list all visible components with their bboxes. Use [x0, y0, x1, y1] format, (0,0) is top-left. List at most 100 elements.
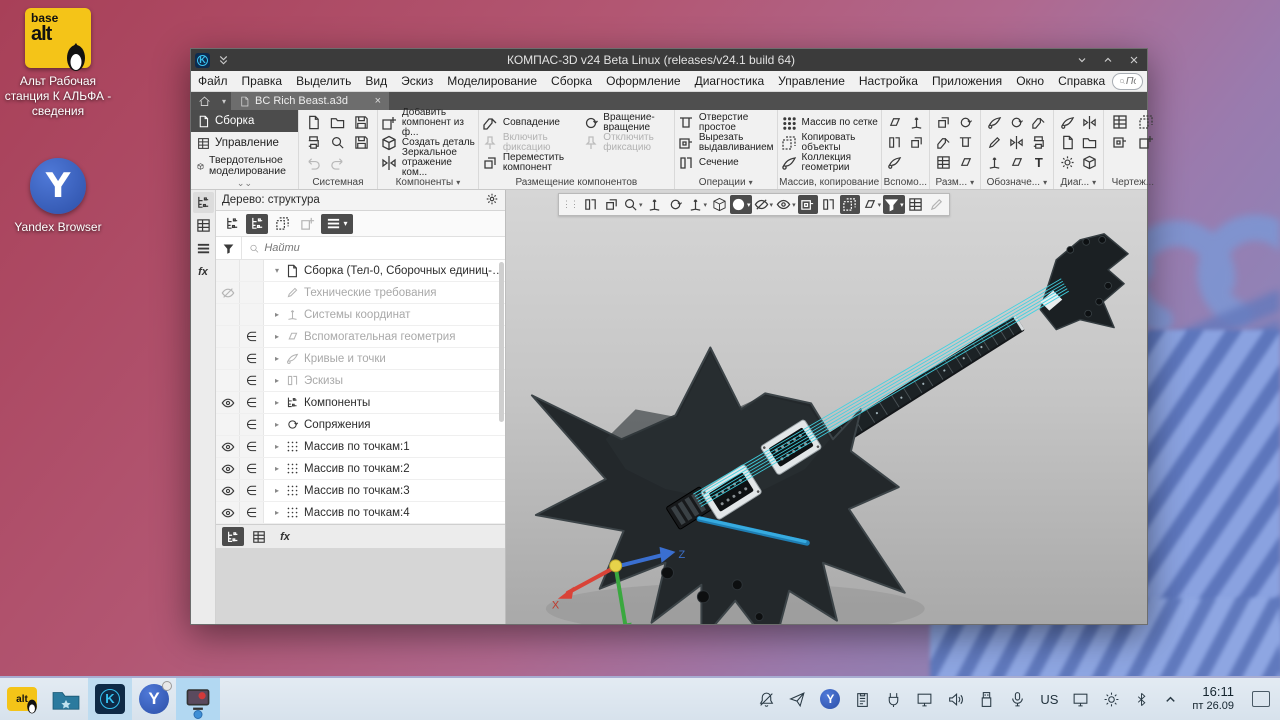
diag-curvature-button[interactable] — [1059, 114, 1076, 131]
menu-management[interactable]: Управление — [771, 72, 852, 90]
tree-item-point-array-2[interactable]: ∈ ▸ Массив по точкам:2 — [216, 458, 505, 480]
mirror-component-button[interactable]: Зеркальное отражение ком... — [381, 148, 475, 178]
section-button[interactable]: Сечение — [678, 153, 774, 173]
menu-sketch[interactable]: Эскиз — [394, 72, 440, 90]
show-desktop-button[interactable] — [1252, 691, 1270, 707]
geometry-collection-button[interactable]: Коллекция геометрии — [781, 153, 878, 173]
display-network-icon[interactable] — [916, 691, 933, 708]
notation-base-button[interactable] — [1008, 114, 1025, 131]
notation-text-button[interactable]: T — [1030, 154, 1047, 171]
filter-funnel-icon[interactable] — [216, 237, 242, 259]
tree-item-sketches[interactable]: ∈ ▸ Эскизы — [216, 370, 505, 392]
group-label-diagnostics[interactable]: Диаг... ▾ — [1054, 175, 1103, 189]
aux-axis-button[interactable] — [908, 114, 925, 131]
tab-bc-rich-beast[interactable]: BC Rich Beast.a3d × — [231, 92, 389, 110]
menu-assembly[interactable]: Сборка — [544, 72, 599, 90]
volume-icon[interactable] — [947, 691, 964, 708]
diag-mass-button[interactable] — [1081, 154, 1098, 171]
disable-fixation-button[interactable]: Отключить фиксацию — [582, 133, 671, 153]
minimize-button[interactable] — [1069, 49, 1095, 71]
group-label-notations[interactable]: Обозначе... ▾ — [981, 175, 1053, 189]
menu-edit[interactable]: Правка — [235, 72, 290, 90]
measure-button[interactable] — [906, 195, 926, 214]
tray-expand-icon[interactable] — [1163, 692, 1178, 707]
panel-parameters-button[interactable] — [193, 215, 214, 236]
titlebar[interactable]: K КОМПАС-3D v24 Beta Linux (releases/v24… — [191, 49, 1147, 71]
taskbar-file-manager[interactable] — [44, 678, 88, 720]
menu-help[interactable]: Справка — [1051, 72, 1112, 90]
close-button[interactable] — [1121, 49, 1147, 71]
preview-button[interactable] — [329, 134, 346, 151]
display-mode-shaded-button[interactable]: ▾ — [730, 195, 752, 214]
taskbar-alt-menu[interactable]: alt — [0, 678, 44, 720]
menu-settings[interactable]: Настройка — [852, 72, 925, 90]
orientation-up-button[interactable] — [645, 195, 665, 214]
copy-objects-button[interactable]: Копировать объекты — [781, 133, 878, 153]
notation-tolerance-button[interactable] — [1030, 114, 1047, 131]
save-as-button[interactable] — [353, 134, 370, 151]
print-button[interactable] — [305, 134, 322, 151]
tree-item-point-array-4[interactable]: ∈ ▸ Массив по точкам:4 — [216, 502, 505, 524]
aux-spline-button[interactable] — [886, 154, 903, 171]
notation-position-button[interactable] — [986, 154, 1003, 171]
bluetooth-icon[interactable] — [1134, 691, 1149, 708]
drawing-views-button[interactable] — [1111, 114, 1128, 131]
diag-rays-button[interactable] — [1059, 154, 1076, 171]
panel-layers-button[interactable] — [193, 238, 214, 259]
add-component-button[interactable]: Добавить компонент из ф... — [381, 108, 475, 138]
dim-diameter-button[interactable] — [957, 134, 974, 151]
tree-item-tech-requirements[interactable]: Технические требования — [216, 282, 505, 304]
isometry-cube-button[interactable] — [709, 195, 729, 214]
aux-surface-button[interactable] — [886, 134, 903, 151]
tree-composition-button[interactable] — [271, 214, 293, 234]
taskbar-screenshot-tool[interactable] — [176, 678, 220, 720]
footer-parameters-tab[interactable] — [248, 527, 270, 546]
mode-solid-modeling[interactable]: Твердотельное моделирование — [191, 154, 298, 178]
eye-off-icon[interactable] — [216, 282, 240, 303]
menu-modeling[interactable]: Моделирование — [440, 72, 544, 90]
screen-cast-icon[interactable] — [1072, 691, 1089, 708]
dim-leader-button[interactable] — [935, 154, 952, 171]
panel-tree-button[interactable] — [192, 192, 214, 213]
eye-icon[interactable] — [216, 392, 240, 413]
microphone-icon[interactable] — [1009, 691, 1026, 708]
notation-roughness-button[interactable] — [986, 114, 1003, 131]
diag-check-button[interactable] — [1081, 134, 1098, 151]
placement-plane-button[interactable] — [601, 195, 621, 214]
clipboard-icon[interactable] — [854, 691, 871, 708]
zoom-button[interactable]: ▾ — [622, 195, 644, 214]
menu-layout[interactable]: Оформление — [599, 72, 687, 90]
telegram-icon[interactable] — [789, 691, 806, 708]
tab-list-caret[interactable]: ▾ — [217, 92, 231, 110]
rotate-view-button[interactable] — [666, 195, 686, 214]
display-variants-button[interactable] — [839, 195, 860, 214]
taskbar-kompas3d[interactable]: K — [88, 678, 132, 720]
show-objects-button[interactable]: ▾ — [775, 195, 797, 214]
home-tab-button[interactable] — [191, 92, 217, 110]
mode-management[interactable]: Управление — [191, 132, 298, 154]
menu-window[interactable]: Окно — [1009, 72, 1051, 90]
filter-objects-button[interactable]: ▾ — [883, 195, 905, 214]
clock[interactable]: 16:11 пт 26.09 — [1192, 685, 1234, 713]
sketch-plane-button[interactable] — [580, 195, 600, 214]
power-plug-icon[interactable] — [885, 691, 902, 708]
desktop-icon-alt-info[interactable]: base alt Альт Рабочая станция К АЛЬФА - … — [0, 8, 118, 119]
dim-linear-button[interactable] — [935, 114, 952, 131]
undo-button[interactable] — [305, 154, 322, 171]
tab-close-icon[interactable]: × — [375, 95, 381, 107]
dim-datum-button[interactable] — [957, 154, 974, 171]
desktop-icon-yandex[interactable]: Y Yandex Browser — [0, 158, 118, 235]
tree-item-aux-geometry[interactable]: ∈ ▸ Вспомогательная геометрия — [216, 326, 505, 348]
tree-item-point-array-1[interactable]: ∈ ▸ Массив по точкам:1 — [216, 436, 505, 458]
new-document-button[interactable] — [305, 114, 322, 131]
menu-file[interactable]: Файл — [191, 72, 235, 90]
aux-localcs-button[interactable] — [908, 134, 925, 151]
notation-arrow-button[interactable] — [1008, 154, 1025, 171]
group-label-dims[interactable]: Разм... ▾ — [930, 175, 980, 189]
enable-fixation-button[interactable]: Включить фиксацию — [482, 133, 576, 153]
tree-item-components[interactable]: ∈ ▸ Компоненты — [216, 392, 505, 414]
eye-icon[interactable] — [216, 436, 240, 457]
diag-smoothness-button[interactable] — [1081, 114, 1098, 131]
mode-assembly[interactable]: Сборка — [191, 110, 298, 132]
yandex-tray-icon[interactable]: Y — [820, 689, 841, 709]
